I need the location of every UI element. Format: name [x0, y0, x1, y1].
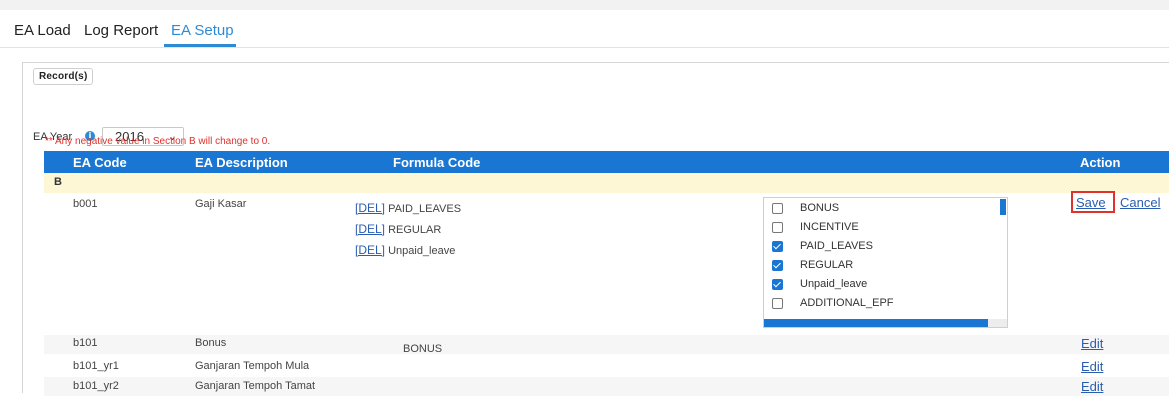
checkbox[interactable]	[772, 298, 783, 309]
checklist-item-label: ADDITIONAL_EPF	[800, 297, 894, 309]
checklist-item-label: BONUS	[800, 202, 840, 214]
checkbox-checked[interactable]	[772, 260, 783, 271]
checklist-item[interactable]: Unpaid_leave	[770, 276, 1000, 294]
row-ea-description: Gaji Kasar	[195, 198, 247, 210]
horizontal-scrollbar[interactable]	[764, 319, 1007, 327]
table-row: b101_yr2 Ganjaran Tempoh Tamat Edit	[44, 377, 1169, 396]
edit-button[interactable]: Edit	[1081, 359, 1103, 374]
del-link[interactable]: [DEL]	[355, 222, 385, 236]
tab-bar: EA Load Log Report EA Setup	[0, 10, 1169, 48]
checklist-item[interactable]: INCENTIVE	[770, 219, 1000, 237]
checklist-item[interactable]: ADDITIONAL_EPF	[770, 295, 1000, 313]
formula-item: [DEL] PAID_LEAVES	[355, 201, 461, 215]
formula-item-label: REGULAR	[388, 224, 442, 236]
checkbox-checked[interactable]	[772, 241, 783, 252]
formula-item-label: PAID_LEAVES	[388, 203, 462, 215]
header-formula-code: Formula Code	[393, 155, 481, 170]
checklist-item-label: REGULAR	[800, 259, 854, 271]
tab-ea-load[interactable]: EA Load	[14, 22, 71, 39]
active-tab-indicator	[164, 44, 236, 47]
table-row: b101_yr1 Ganjaran Tempoh Mula Edit	[44, 357, 1169, 376]
row-formula-code: BONUS	[403, 343, 443, 355]
row-ea-code: b101	[73, 337, 98, 349]
panel-legend: Record(s)	[33, 68, 94, 85]
cancel-button[interactable]: Cancel	[1120, 195, 1160, 210]
section-row: B	[44, 173, 1169, 193]
del-link[interactable]: [DEL]	[355, 201, 385, 215]
checklist-item-label: INCENTIVE	[800, 221, 859, 233]
edit-button[interactable]: Edit	[1081, 336, 1103, 351]
formula-item: [DEL] Unpaid_leave	[355, 243, 455, 257]
header-ea-description: EA Description	[195, 155, 288, 170]
checklist-item-label: Unpaid_leave	[800, 278, 868, 290]
tab-log-report[interactable]: Log Report	[84, 22, 158, 39]
top-band	[0, 0, 1169, 10]
checkbox-checked[interactable]	[772, 279, 783, 290]
tab-ea-setup[interactable]: EA Setup	[171, 22, 234, 39]
vertical-scrollbar-thumb[interactable]	[1000, 199, 1006, 215]
save-button[interactable]: Save	[1076, 195, 1106, 210]
checklist-item[interactable]: REGULAR	[770, 257, 1000, 275]
section-label: B	[54, 176, 62, 188]
horizontal-scrollbar-thumb[interactable]	[764, 319, 988, 327]
row-ea-description: Ganjaran Tempoh Mula	[195, 360, 310, 372]
formula-item-label: Unpaid_leave	[388, 245, 456, 257]
checklist-item-label: PAID_LEAVES	[800, 240, 873, 252]
negative-value-note: ** Any negative value in Section B will …	[45, 136, 271, 147]
checklist-item[interactable]: BONUS	[770, 200, 1000, 218]
del-link[interactable]: [DEL]	[355, 243, 385, 257]
formula-code-checklist[interactable]: BONUS INCENTIVE PAID_LEAVES REGULAR Unpa…	[763, 197, 1008, 328]
checklist-item[interactable]: PAID_LEAVES	[770, 238, 1000, 256]
checkbox[interactable]	[772, 203, 783, 214]
header-ea-code: EA Code	[73, 155, 127, 170]
table-header: EA Code EA Description Formula Code Acti…	[44, 151, 1169, 173]
checkbox[interactable]	[772, 222, 783, 233]
table-row: b101 Bonus BONUS Edit	[44, 335, 1169, 355]
row-ea-code: b101_yr2	[73, 380, 119, 392]
row-ea-code: b101_yr1	[73, 360, 119, 372]
formula-item: [DEL] REGULAR	[355, 222, 441, 236]
row-ea-description: Bonus	[195, 337, 227, 349]
header-action: Action	[1080, 155, 1121, 170]
row-ea-description: Ganjaran Tempoh Tamat	[195, 380, 316, 392]
row-ea-code: b001	[73, 198, 98, 210]
